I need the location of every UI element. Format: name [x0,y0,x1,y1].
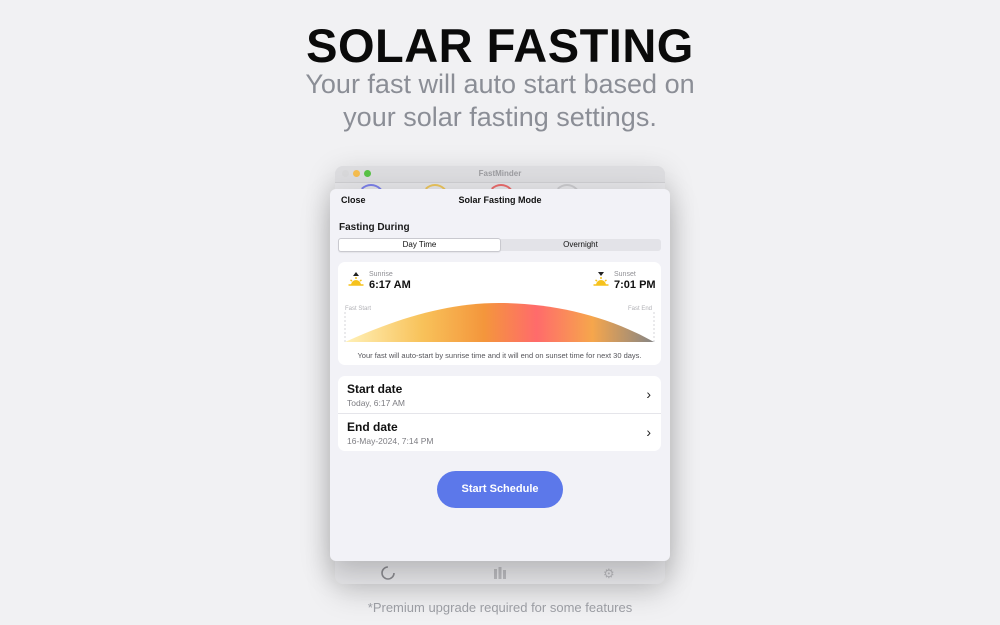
sunset-icon [593,272,609,286]
start-date-title: Start date [347,382,403,396]
start-date-row[interactable]: Start date Today, 6:17 AM › [338,376,661,413]
segment-overnight[interactable]: Overnight [500,239,661,251]
promo-subhead-line2: your solar fasting settings. [343,102,657,132]
premium-footnote: *Premium upgrade required for some featu… [367,600,633,615]
schedule-dates-card: Start date Today, 6:17 AM › End date 16-… [338,376,661,451]
fasting-period-segmented-control: Day Time Overnight [338,238,661,252]
window-title: FastMinder [478,169,522,178]
tab-bar: ⚙ [335,562,665,584]
window-titlebar: FastMinder [335,166,665,183]
promo-subhead: Your fast will auto start based on your … [0,68,1000,134]
chevron-right-icon: › [646,386,651,402]
sunrise-time: 6:17 AM [369,279,411,291]
end-date-value: 16-May-2024, 7:14 PM [347,436,434,446]
promo-headline: SOLAR FASTING [306,19,694,72]
sun-schedule-card: Sunrise 6:17 AM Sunset 7:01 PM Fast Star… [338,262,661,365]
settings-tab-icon[interactable]: ⚙ [603,566,615,582]
solar-fasting-sheet: Close Solar Fasting Mode Fasting During … [330,189,670,561]
sheet-title: Solar Fasting Mode [458,195,542,205]
start-schedule-button[interactable]: Start Schedule [437,471,563,508]
progress-tab-icon[interactable] [380,565,396,581]
sun-arc [344,303,655,342]
start-date-value: Today, 6:17 AM [347,398,405,408]
end-date-title: End date [347,420,398,434]
segment-day-time[interactable]: Day Time [338,238,501,252]
sunrise-icon [348,272,364,286]
chevron-right-icon: › [646,424,651,440]
end-date-row[interactable]: End date 16-May-2024, 7:14 PM › [338,414,661,451]
fasting-during-label: Fasting During [339,222,410,233]
arc-description: Your fast will auto-start by sunrise tim… [357,351,642,360]
promo-subhead-line1: Your fast will auto start based on [305,69,695,99]
sunset-time: 7:01 PM [614,279,656,291]
sunset-caption: Sunset [614,271,636,278]
stats-tab-icon[interactable] [493,567,507,579]
sunrise-caption: Sunrise [369,271,393,278]
